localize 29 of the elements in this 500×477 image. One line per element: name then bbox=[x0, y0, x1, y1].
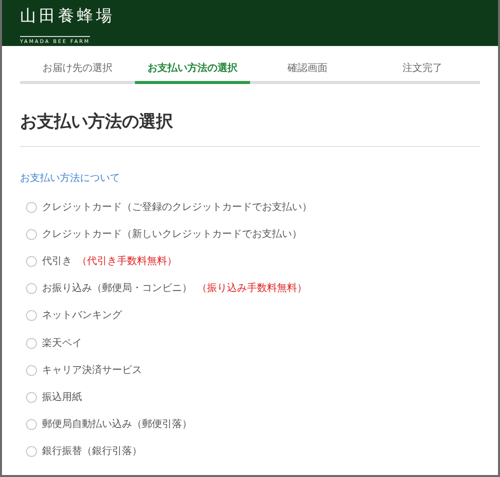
option-label: ネットバンキング bbox=[42, 309, 122, 324]
option-note: （振り込み手数料無料） bbox=[197, 282, 307, 296]
option-label: お振り込み（郵便局・コンビニ） bbox=[42, 282, 192, 296]
radio-button[interactable] bbox=[26, 392, 37, 403]
radio-button[interactable] bbox=[26, 202, 37, 213]
option-label: クレジットカード（ご登録のクレジットカードでお支払い） bbox=[42, 200, 312, 215]
radio-button[interactable] bbox=[26, 419, 37, 430]
option-label: 振込用紙 bbox=[42, 390, 82, 405]
option-label: 楽天ペイ bbox=[42, 336, 82, 351]
option-label: 銀行振替（銀行引落） bbox=[42, 444, 142, 460]
step-tab[interactable]: お届け先の選択 bbox=[20, 60, 135, 84]
logo-title: 山田養蜂場 bbox=[20, 6, 116, 26]
radio-button[interactable] bbox=[26, 256, 37, 267]
help-link[interactable]: お支払い方法について bbox=[20, 170, 120, 186]
step-tab[interactable]: 注文完了 bbox=[365, 60, 480, 84]
radio-button[interactable] bbox=[26, 228, 37, 240]
step-tab[interactable]: お支払い方法の選択 bbox=[135, 60, 250, 84]
step-tab[interactable]: 確認画面 bbox=[250, 60, 365, 84]
radio-button[interactable] bbox=[26, 310, 37, 322]
page-title: お支払い方法の選択 bbox=[20, 110, 480, 146]
option-note: （代引き手数料無料） bbox=[77, 254, 177, 269]
option-label: 代引き bbox=[42, 254, 72, 269]
option-label: クレジットカード（新しいクレジットカードでお支払い） bbox=[42, 228, 302, 242]
radio-button[interactable] bbox=[26, 338, 37, 349]
option-label: キャリア決済サービス bbox=[42, 364, 142, 378]
radio-button[interactable] bbox=[26, 364, 37, 376]
option-label: 郵便局自動払い込み（郵便引落） bbox=[42, 418, 192, 432]
radio-button[interactable] bbox=[26, 446, 37, 458]
radio-button[interactable] bbox=[26, 283, 37, 294]
